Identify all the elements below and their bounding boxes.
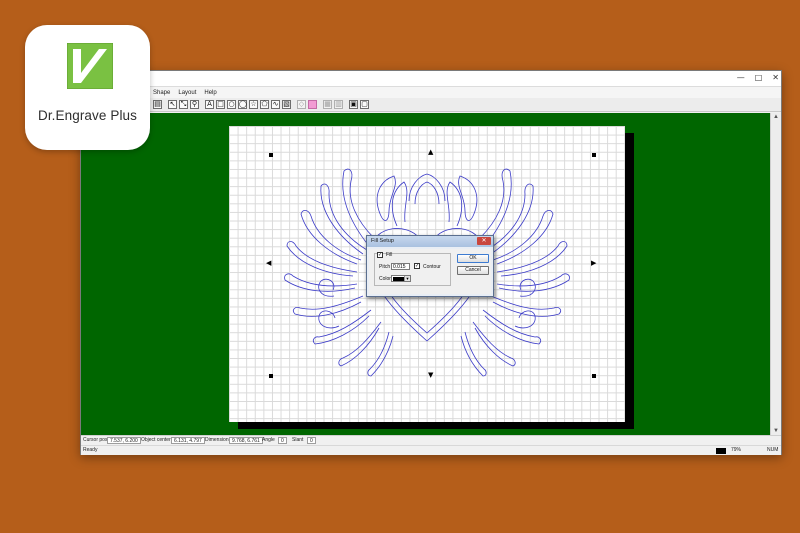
save-icon[interactable]: ▤	[153, 100, 162, 109]
fill-label: Fill	[386, 252, 393, 258]
star-icon[interactable]: ☆	[249, 100, 258, 109]
toolbar: ▤ ↖ ⤡ ⚲ A □ ○ ◯ ☆ ⬠ ∿ ▧ ◇ ▦ ▥ ▣ ▢	[81, 98, 781, 112]
fill-checkbox[interactable]: ✓	[377, 252, 383, 258]
scale-handle-bottom[interactable]: ▼	[428, 372, 433, 379]
selection-handle-top-right[interactable]	[592, 153, 596, 157]
app-window: — □ ✕ Shape Layout Help ▤ ↖ ⤡ ⚲ A □ ○ ◯ …	[80, 70, 782, 455]
dimension-label: Dimension	[205, 437, 229, 443]
cursor-pos-label: Cursor pos	[83, 437, 108, 443]
vertical-scrollbar[interactable]: ▲ ▼	[770, 113, 781, 435]
title-bar: — □ ✕	[81, 71, 781, 87]
num-lock-indicator: NUM	[767, 447, 779, 453]
slant-value: 0	[307, 437, 316, 444]
menu-shape[interactable]: Shape	[153, 90, 170, 96]
contour-label: Contour	[423, 264, 441, 270]
scroll-up-icon[interactable]: ▲	[773, 114, 779, 120]
angle-value: 0	[278, 437, 287, 444]
slant-label: Slant	[292, 437, 304, 443]
dimension-value: 9.768, 6.761	[229, 437, 263, 444]
select-arrow-icon[interactable]: ↖	[168, 100, 177, 109]
close-window-button[interactable]: ✕	[772, 73, 779, 82]
zoom-level: 79%	[731, 447, 742, 453]
ready-text: Ready	[83, 447, 98, 453]
dr-engrave-logo-icon	[67, 43, 113, 89]
scroll-down-icon[interactable]: ▼	[773, 428, 779, 434]
menu-help[interactable]: Help	[204, 90, 216, 96]
object-center-value: 6.131, 4.797	[171, 437, 205, 444]
contour-checkbox[interactable]: ✓	[414, 263, 420, 269]
fill-setup-dialog: Fill Setup ✕ ✓ Fill Pitch 0.015 ✓ Contou…	[366, 235, 494, 297]
circle-icon[interactable]: ○	[227, 100, 236, 109]
selection-handle-top-left[interactable]	[269, 153, 273, 157]
maximize-button[interactable]: □	[755, 73, 763, 82]
polygon-icon[interactable]: ⬠	[260, 100, 269, 109]
color-label: Color	[379, 276, 391, 282]
status-bar: Cursor pos 7.537, 6.200 Object center 6.…	[81, 435, 781, 445]
color-swatch	[393, 277, 404, 281]
minimize-button[interactable]: —	[737, 73, 745, 82]
color-dropdown[interactable]: ▼	[391, 275, 411, 282]
menu-bar: Shape Layout Help	[81, 87, 781, 98]
array-icon[interactable]: ▦	[323, 100, 332, 109]
chevron-down-icon[interactable]: ▼	[404, 276, 410, 281]
dialog-close-button[interactable]: ✕	[477, 237, 491, 245]
scale-handle-top[interactable]: ▲	[428, 149, 433, 156]
dialog-body: ✓ Fill Pitch 0.015 ✓ Contour Color ▼ OK …	[369, 249, 491, 294]
logo-text: Dr.Engrave Plus	[37, 108, 138, 123]
mirror-icon[interactable]: ◇	[297, 100, 306, 109]
angle-label: Angle	[262, 437, 275, 443]
zoom-indicator	[716, 448, 726, 454]
app-logo-card: Dr.Engrave Plus	[25, 25, 150, 150]
ellipse-icon[interactable]: ◯	[238, 100, 247, 109]
selection-handle-bottom-left[interactable]	[269, 374, 273, 378]
fill-setup-icon[interactable]	[308, 100, 317, 109]
group-icon[interactable]: ▣	[349, 100, 358, 109]
ungroup-icon[interactable]: ▢	[360, 100, 369, 109]
ready-bar: Ready 79% NUM	[81, 445, 781, 455]
scale-handle-left[interactable]: ◀	[266, 260, 271, 267]
pitch-input[interactable]: 0.015	[391, 263, 410, 270]
text-icon[interactable]: A	[205, 100, 214, 109]
dialog-title: Fill Setup	[367, 236, 493, 247]
align-icon[interactable]: ▥	[334, 100, 343, 109]
cancel-button[interactable]: Cancel	[457, 266, 489, 275]
rectangle-icon[interactable]: □	[216, 100, 225, 109]
node-edit-icon[interactable]: ⤡	[179, 100, 188, 109]
zoom-icon[interactable]: ⚲	[190, 100, 199, 109]
selection-handle-bottom-right[interactable]	[592, 374, 596, 378]
object-center-label: Object center	[141, 437, 171, 443]
ok-button[interactable]: OK	[457, 254, 489, 263]
cursor-pos-value: 7.537, 6.200	[107, 437, 141, 444]
scale-handle-right[interactable]: ▶	[591, 260, 596, 267]
pitch-label: Pitch	[379, 264, 391, 270]
freehand-icon[interactable]: ∿	[271, 100, 280, 109]
menu-layout[interactable]: Layout	[178, 90, 196, 96]
weld-icon[interactable]: ▧	[282, 100, 291, 109]
window-controls: — □ ✕	[737, 73, 779, 82]
